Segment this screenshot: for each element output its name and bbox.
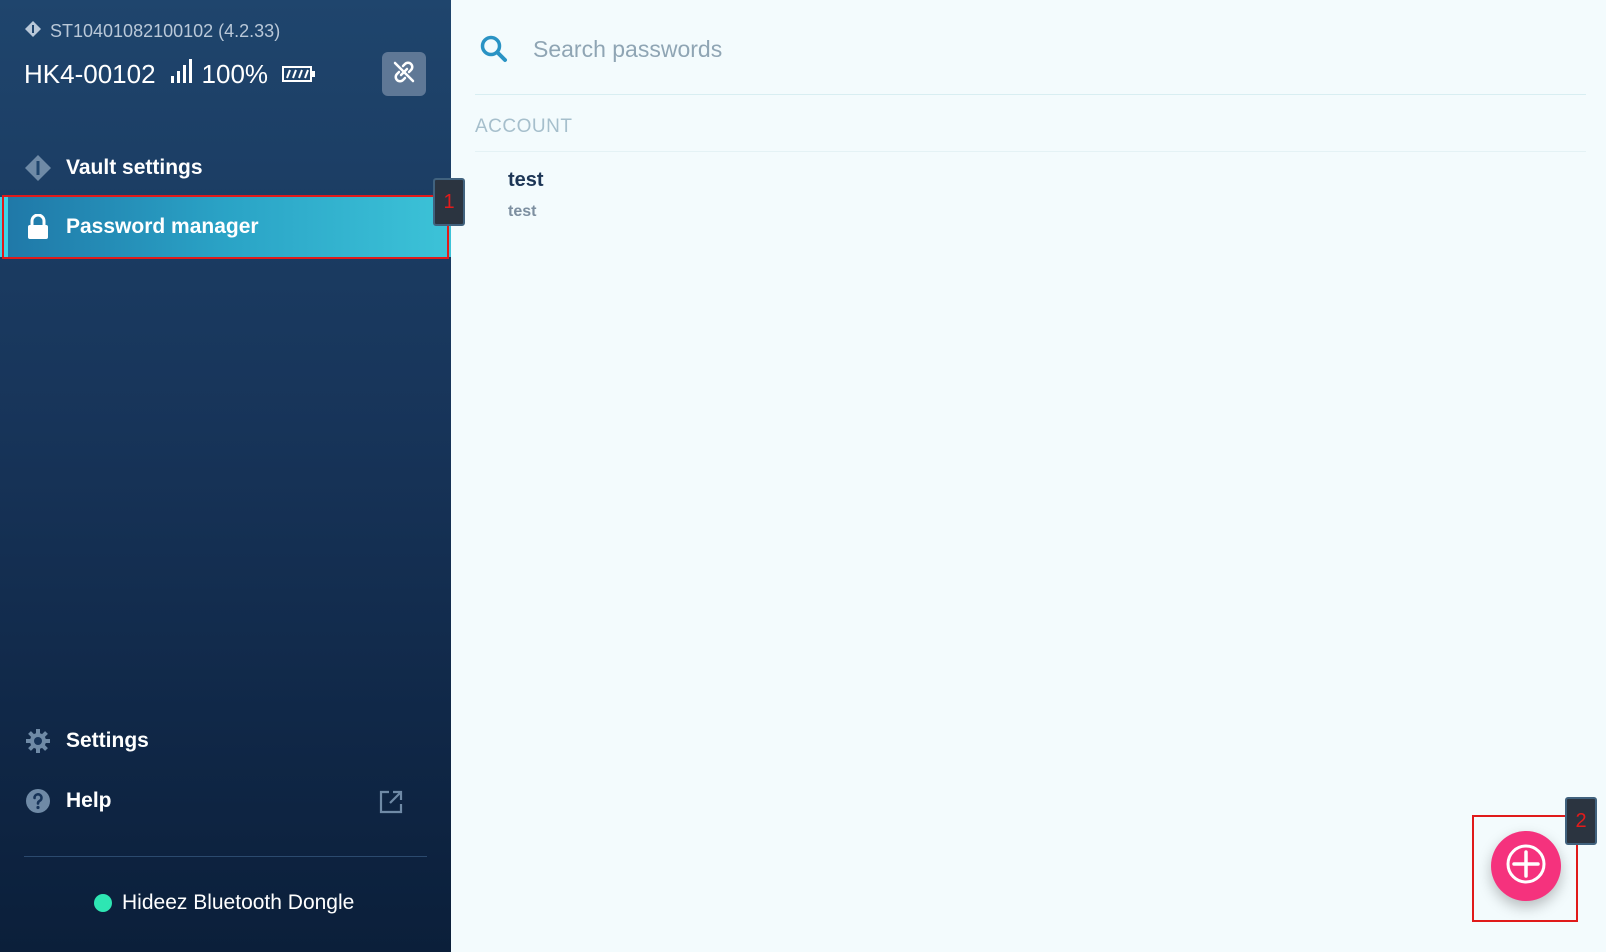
unlink-icon xyxy=(392,60,416,89)
sidebar: ST10401082100102 (4.2.33) HK4-00102 100% xyxy=(0,0,451,952)
battery-percent: 100% xyxy=(201,59,269,89)
sidebar-item-label: Vault settings xyxy=(66,156,203,179)
sidebar-item-label: Help xyxy=(66,789,112,812)
sidebar-item-label: Password manager xyxy=(66,215,259,238)
annotation-tag-2: 2 xyxy=(1565,797,1597,845)
vault-icon xyxy=(24,154,52,182)
search-icon xyxy=(479,34,509,64)
password-entry[interactable]: test test xyxy=(475,160,1586,226)
app-window: ST10401082100102 (4.2.33) HK4-00102 100% xyxy=(0,0,1606,952)
sidebar-item-label: Settings xyxy=(66,729,149,752)
main-panel: ACCOUNT test test xyxy=(451,0,1606,952)
add-password-button[interactable] xyxy=(1491,831,1561,901)
entry-title: test xyxy=(508,169,544,191)
connection-label: Hideez Bluetooth Dongle xyxy=(122,891,355,914)
lock-icon xyxy=(24,213,52,241)
help-icon xyxy=(24,787,52,815)
battery-icon xyxy=(282,59,316,90)
device-status-row: HK4-00102 100% xyxy=(24,58,316,91)
status-dot xyxy=(94,894,112,912)
connection-status: Hideez Bluetooth Dongle xyxy=(94,891,354,915)
signal-icon xyxy=(170,58,194,91)
sidebar-divider xyxy=(24,856,427,857)
sidebar-item-settings[interactable]: Settings xyxy=(0,711,451,771)
external-link-icon[interactable] xyxy=(378,789,404,815)
section-divider xyxy=(475,151,1586,152)
disconnect-button[interactable] xyxy=(382,52,426,96)
device-serial-text: ST10401082100102 (4.2.33) xyxy=(50,21,281,41)
plus-icon xyxy=(1506,844,1546,889)
gear-icon xyxy=(24,727,52,755)
sidebar-item-password-manager[interactable]: Password manager xyxy=(0,197,451,257)
search-input[interactable] xyxy=(531,28,1535,70)
annotation-tag-1: 1 xyxy=(433,178,465,226)
device-serial: ST10401082100102 (4.2.33) xyxy=(24,20,280,43)
entry-subtitle: test xyxy=(508,203,537,220)
device-name: HK4-00102 xyxy=(24,59,156,89)
sidebar-item-help[interactable]: Help xyxy=(0,771,451,831)
vault-icon xyxy=(24,20,42,43)
section-header-account: ACCOUNT xyxy=(475,116,573,137)
search-bar xyxy=(475,20,1586,95)
sidebar-item-vault-settings[interactable]: Vault settings xyxy=(0,138,451,198)
